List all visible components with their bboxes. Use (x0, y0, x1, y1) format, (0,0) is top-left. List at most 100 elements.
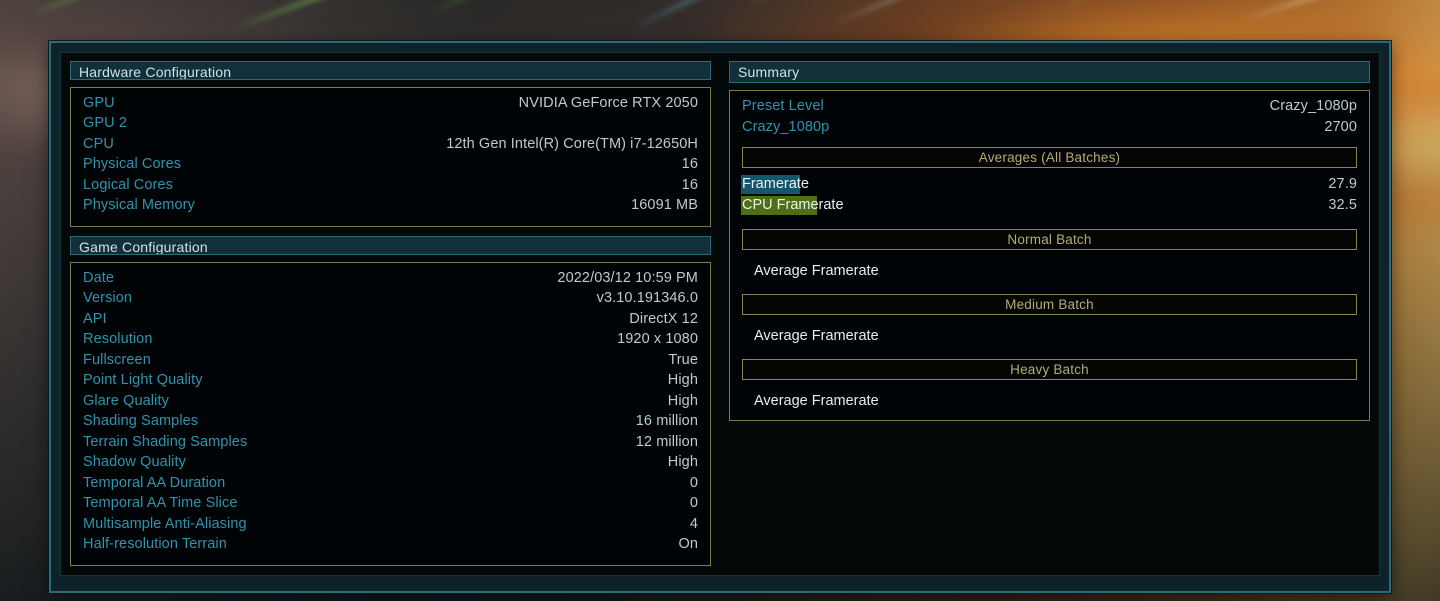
hardware-row-key: GPU 2 (83, 115, 128, 132)
summary-row-key: Crazy_1080p (742, 118, 830, 135)
batch-spacer (742, 282, 1357, 294)
batch-average-row: Average Framerate (742, 260, 1357, 282)
right-column: Summary Preset Level Crazy_1080p Crazy_108… (729, 61, 1370, 566)
game-row-value: 0 (689, 474, 698, 491)
hardware-row-list: GPU NVIDIA GeForce RTX 2050 GPU 2 CPU 12th G… (83, 95, 698, 218)
game-row-key: Temporal AA Duration (83, 474, 226, 491)
game-row: Shading Samples 16 million (83, 413, 698, 434)
summary-panel: Preset Level Crazy_1080p Crazy_1080p 2700 A… (729, 90, 1370, 421)
averages-legend-row: Framerate 27.9 (741, 175, 1357, 197)
game-row: API DirectX 12 (83, 311, 698, 332)
batch-average-row: Average Framerate (742, 390, 1357, 412)
game-row-value: 1920 x 1080 (617, 331, 698, 348)
batch-spacer (742, 217, 1357, 229)
left-column: Hardware Configuration GPU NVIDIA GeForce… (70, 61, 711, 566)
game-row: Resolution 1920 x 1080 (83, 331, 698, 352)
hardware-row-key: Logical Cores (83, 176, 173, 193)
game-row-key: Terrain Shading Samples (83, 433, 248, 450)
game-row: Version v3.10.191346.0 (83, 290, 698, 311)
game-row-key: Fullscreen (83, 351, 151, 368)
game-row: Multisample Anti-Aliasing 4 (83, 516, 698, 537)
game-row-value: On (678, 536, 698, 553)
game-row-value: High (667, 454, 698, 471)
hardware-row: Physical Memory 16091 MB (83, 197, 698, 218)
batch-section-list: Normal Batch Average Framerate Medium Batc… (742, 217, 1357, 412)
batch-header-bar: Heavy Batch (742, 359, 1357, 380)
game-row-value: DirectX 12 (629, 310, 698, 327)
batch-average-label: Average Framerate (754, 393, 879, 409)
game-row-key: Multisample Anti-Aliasing (83, 515, 247, 532)
hardware-row: Logical Cores 16 (83, 177, 698, 198)
averages-legend-label: Framerate (742, 176, 809, 192)
hardware-row-key: GPU (83, 94, 115, 111)
game-row-key: Half-resolution Terrain (83, 536, 227, 553)
averages-spacer (742, 168, 1357, 176)
hardware-row: GPU 2 (83, 115, 698, 136)
averages-legend-key-wrap: Framerate (741, 175, 809, 194)
averages-legend-key-wrap: CPU Framerate (741, 195, 844, 215)
game-row-key: Temporal AA Time Slice (83, 495, 238, 512)
summary-row-key: Preset Level (742, 98, 824, 114)
hardware-row: CPU 12th Gen Intel(R) Core(TM) i7-12650H (83, 136, 698, 157)
game-configuration-panel: Date 2022/03/12 10:59 PM Version v3.10.1913… (70, 261, 711, 566)
batch-spacer (742, 347, 1357, 359)
hardware-row-value: 16091 MB (631, 197, 698, 214)
hardware-row: GPU NVIDIA GeForce RTX 2050 (83, 95, 698, 116)
summary-row-value: Crazy_1080p (1269, 98, 1357, 114)
game-row: Shadow Quality High (83, 454, 698, 475)
summary-row-value: 2700 (1324, 118, 1357, 135)
game-row-key: Resolution (83, 331, 153, 348)
summary-row-list: Preset Level Crazy_1080p Crazy_1080p 2700 (742, 98, 1357, 139)
hardware-row-value: 16 (681, 156, 698, 173)
game-row: Temporal AA Time Slice 0 (83, 495, 698, 516)
game-row-key: Date (83, 269, 115, 286)
averages-legend-list: Framerate 27.9 CPU Framerate 32.5 (741, 175, 1357, 218)
hardware-row-value: NVIDIA GeForce RTX 2050 (518, 94, 698, 111)
batch-average-row: Average Framerate (742, 325, 1357, 347)
batch-header-bar: Normal Batch (742, 229, 1357, 250)
game-row-value: 2022/03/12 10:59 PM (557, 269, 698, 286)
averages-all-batches-bar: Averages (All Batches) (742, 147, 1357, 168)
game-row-key: Point Light Quality (83, 372, 203, 389)
hardware-row-key: Physical Cores (83, 156, 182, 173)
game-row-key: Shading Samples (83, 413, 199, 430)
game-row-list: Date 2022/03/12 10:59 PM Version v3.10.1913… (83, 270, 698, 557)
game-row: Half-resolution Terrain On (83, 536, 698, 557)
game-row-value: True (668, 351, 698, 368)
batch-header-bar: Medium Batch (742, 294, 1357, 315)
game-row-value: 12 million (635, 433, 698, 450)
summary-row: Crazy_1080p 2700 (742, 119, 1357, 140)
hardware-row-value: 12th Gen Intel(R) Core(TM) i7-12650H (446, 135, 698, 152)
game-configuration-header: Game Configuration (70, 236, 711, 255)
game-row: Date 2022/03/12 10:59 PM (83, 270, 698, 291)
game-row: Terrain Shading Samples 12 million (83, 434, 698, 455)
hardware-row-key: CPU (83, 135, 114, 152)
game-row: Temporal AA Duration 0 (83, 475, 698, 496)
game-row-value: High (667, 392, 698, 409)
summary-header: Summary (729, 61, 1370, 83)
hardware-row-value: 16 (681, 176, 698, 193)
hardware-row: Physical Cores 16 (83, 156, 698, 177)
batch-average-label: Average Framerate (754, 263, 879, 279)
summary-row: Preset Level Crazy_1080p (742, 98, 1357, 119)
hardware-row-key: Physical Memory (83, 197, 195, 214)
game-row-value: High (667, 372, 698, 389)
hardware-configuration-panel: GPU NVIDIA GeForce RTX 2050 GPU 2 CPU 12th G… (70, 86, 711, 227)
game-row-value: 0 (689, 495, 698, 512)
game-row-value: v3.10.191346.0 (596, 290, 698, 307)
game-row: Fullscreen True (83, 352, 698, 373)
hardware-configuration-header: Hardware Configuration (70, 61, 711, 80)
summary-spacer (742, 139, 1357, 147)
game-row: Point Light Quality High (83, 372, 698, 393)
game-row-value: 16 million (635, 413, 698, 430)
averages-legend-row: CPU Framerate 32.5 (741, 195, 1357, 218)
game-row-key: Glare Quality (83, 392, 169, 409)
averages-legend-value: 27.9 (1328, 176, 1357, 192)
left-column-spacer (70, 227, 711, 237)
game-row-key: Version (83, 290, 133, 307)
game-row-key: API (83, 310, 107, 327)
averages-legend-label: CPU Framerate (742, 196, 844, 213)
averages-legend-value: 32.5 (1328, 196, 1357, 213)
benchmark-results-window: Hardware Configuration GPU NVIDIA GeForce… (49, 41, 1391, 593)
window-content: Hardware Configuration GPU NVIDIA GeForce… (60, 52, 1380, 576)
